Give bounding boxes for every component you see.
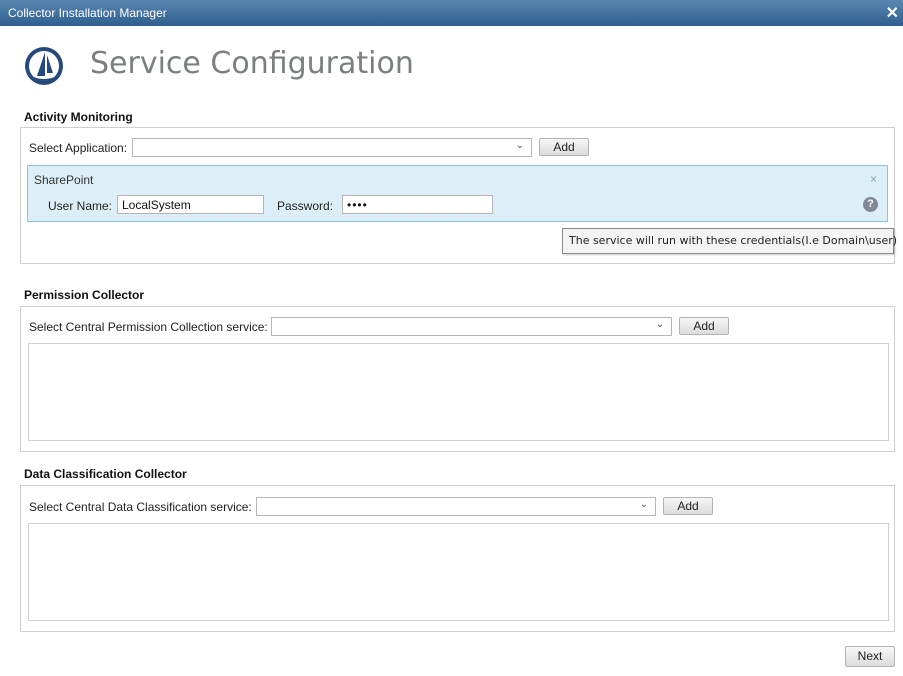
activity-monitoring-title: Activity Monitoring (24, 110, 133, 124)
select-classification-service-label: Select Central Data Classification servi… (29, 500, 252, 514)
close-icon[interactable]: ✕ (886, 3, 899, 23)
chevron-down-icon: ⌄ (655, 319, 664, 330)
page-title: Service Configuration (90, 46, 414, 81)
select-permission-service-dropdown[interactable]: ⌄ (271, 317, 672, 336)
password-label: Password: (277, 199, 334, 213)
remove-entry-icon[interactable]: × (870, 172, 877, 186)
window-titlebar: Collector Installation Manager ✕ (0, 0, 903, 26)
username-label: User Name: (48, 199, 113, 213)
select-permission-service-label: Select Central Permission Collection ser… (29, 320, 268, 334)
window-title: Collector Installation Manager (8, 6, 167, 20)
next-button[interactable]: Next (845, 646, 895, 667)
password-input[interactable] (342, 195, 493, 214)
chevron-down-icon: ⌄ (639, 499, 648, 510)
select-application-dropdown[interactable]: ⌄ (132, 138, 532, 157)
add-application-button[interactable]: Add (539, 138, 589, 156)
classification-services-list (28, 523, 889, 621)
add-classification-service-button[interactable]: Add (663, 497, 713, 515)
sailboat-logo-icon (25, 47, 63, 85)
help-icon[interactable]: ? (863, 197, 878, 212)
add-permission-service-button[interactable]: Add (679, 317, 729, 335)
chevron-down-icon: ⌄ (515, 140, 524, 151)
select-classification-service-dropdown[interactable]: ⌄ (256, 497, 656, 516)
select-application-label: Select Application: (29, 141, 128, 155)
data-classification-section: Select Central Data Classification servi… (20, 485, 895, 632)
data-classification-title: Data Classification Collector (24, 467, 187, 481)
sharepoint-entry-panel: SharePoint × User Name: Password: ? (27, 165, 888, 222)
username-input[interactable] (117, 195, 264, 214)
permission-collector-title: Permission Collector (24, 288, 145, 302)
sharepoint-entry-title: SharePoint (34, 173, 94, 187)
credentials-tooltip: The service will run with these credenti… (562, 228, 897, 254)
permission-collector-section: Select Central Permission Collection ser… (20, 306, 895, 452)
permission-services-list (28, 343, 889, 441)
